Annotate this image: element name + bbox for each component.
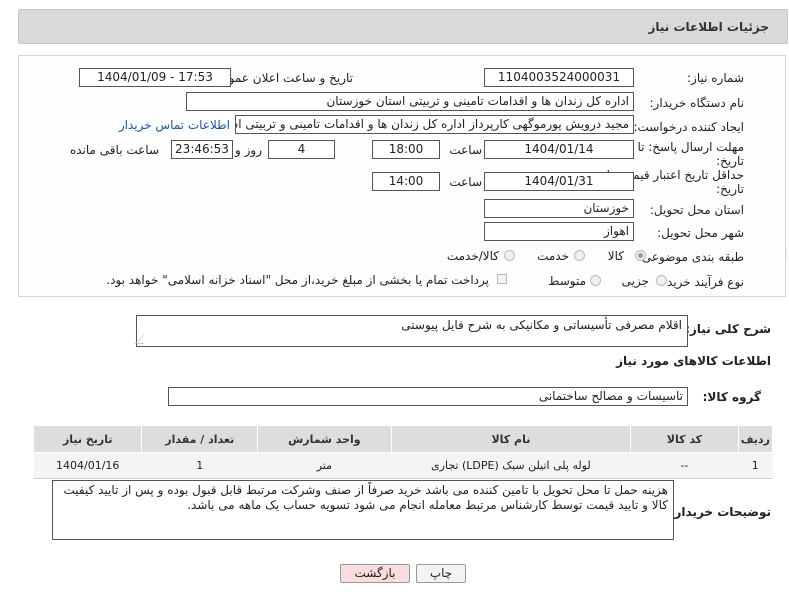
- buyer-notes-textarea[interactable]: هزینه حمل تا محل تحویل با تامین کننده می…: [52, 480, 674, 540]
- treasury-payment-checkbox[interactable]: [497, 274, 507, 284]
- time-remaining-label: ساعت باقی مانده: [69, 143, 159, 157]
- print-button[interactable]: چاپ: [416, 564, 466, 583]
- category-option-goods-service: کالا/خدمت: [446, 249, 499, 263]
- description-textarea[interactable]: اقلام مصرفی تأسیساتی و مکانیکی به شرح فا…: [134, 315, 688, 347]
- cell-item-code: --: [630, 452, 739, 479]
- description-label: شرح کلی نیاز:: [685, 322, 771, 336]
- cell-row-number: 1: [738, 452, 773, 479]
- col-header-item-code: کد کالا: [630, 425, 739, 453]
- cell-quantity: 1: [141, 452, 258, 479]
- goods-group-label: گروه کالا:: [702, 390, 761, 404]
- category-option-service: خدمت: [537, 249, 569, 263]
- category-radio-goods[interactable]: [635, 250, 646, 261]
- goods-group-field: تاسیسات و مصالح ساختمانی: [168, 387, 688, 406]
- city-field: اهواز: [484, 222, 634, 241]
- category-label: طبقه بندی موضوعی:: [637, 250, 744, 264]
- items-table: ردیف کد کالا نام کالا واحد شمارش تعداد /…: [32, 425, 774, 479]
- resize-handle-icon[interactable]: [134, 335, 153, 344]
- buyer-org-label: نام دستگاه خریدار:: [649, 96, 745, 110]
- validity-time-label: ساعت: [449, 175, 482, 189]
- price-validity-label-date: تاریخ:: [716, 182, 744, 196]
- validity-date-field: 1404/01/31: [484, 172, 634, 191]
- cell-item-name: لوله پلی اتیلن سبک (LDPE) تجاری: [391, 452, 631, 479]
- need-number-label: شماره نیاز:: [687, 71, 744, 85]
- goods-section-title: اطلاعات کالاهای مورد نیاز: [616, 354, 771, 368]
- province-field: خوزستان: [484, 199, 634, 218]
- announce-date-field: 1404/01/09 - 17:53: [79, 68, 231, 87]
- process-type-label: نوع فرآیند خرید :: [659, 275, 744, 289]
- category-option-goods: کالا: [607, 249, 624, 263]
- buyer-contact-link[interactable]: اطلاعات تماس خریدار: [119, 118, 230, 132]
- province-label: استان محل تحویل:: [649, 203, 744, 217]
- days-remaining-field: 4: [268, 140, 335, 159]
- col-header-unit: واحد شمارش: [257, 425, 392, 453]
- process-radio-minor[interactable]: [656, 275, 667, 286]
- buyer-org-field: اداره کل زندان ها و اقدامات تامینی و ترب…: [186, 92, 634, 111]
- process-radio-medium[interactable]: [590, 275, 601, 286]
- buyer-notes-label: توضیحات خریدار:: [669, 505, 771, 519]
- col-header-need-date: تاریخ نیاز: [32, 425, 143, 453]
- table-header-row: ردیف کد کالا نام کالا واحد شمارش تعداد /…: [32, 425, 774, 453]
- creator-label: ایجاد کننده درخواست:: [633, 120, 744, 134]
- creator-field: مجید درویش پورموگهی کارپرداز اداره کل زن…: [235, 115, 634, 134]
- deadline-date-field: 1404/01/14: [484, 140, 634, 159]
- page-header: جزئیات اطلاعات نیاز: [18, 9, 788, 44]
- cell-need-date: 1404/01/16: [33, 452, 142, 479]
- deadline-label: مهلت ارسال پاسخ: تا: [637, 140, 744, 154]
- validity-time-field: 14:00: [372, 172, 440, 191]
- description-text: اقلام مصرفی تأسیساتی و مکانیکی به شرح فا…: [401, 318, 682, 332]
- days-label: روز و: [235, 143, 262, 157]
- col-header-item-name: نام کالا: [390, 425, 632, 453]
- category-radio-service[interactable]: [574, 250, 585, 261]
- process-option-minor: جزیی: [621, 274, 649, 288]
- deadline-time-field: 18:00: [372, 140, 440, 159]
- need-number-field: 1104003524000031: [484, 68, 634, 87]
- deadline-time-label: ساعت: [449, 143, 482, 157]
- process-option-medium: متوسط: [548, 274, 586, 288]
- city-label: شهر محل تحویل:: [657, 226, 744, 240]
- category-radio-goods-service[interactable]: [504, 250, 515, 261]
- page-title: جزئیات اطلاعات نیاز: [648, 20, 769, 34]
- cell-unit: متر: [257, 452, 392, 479]
- col-header-quantity: تعداد / مقدار: [141, 425, 259, 453]
- buyer-notes-text: هزینه حمل تا محل تحویل با تامین کننده می…: [63, 483, 669, 512]
- back-button[interactable]: بازگشت: [340, 564, 410, 583]
- col-header-row-number: ردیف: [737, 425, 774, 453]
- treasury-payment-note: پرداخت تمام یا بخشی از مبلغ خرید،از محل …: [106, 273, 489, 287]
- deadline-label-date: تاریخ:: [716, 154, 744, 168]
- time-remaining-field: 23:46:53: [171, 140, 233, 159]
- table-row: 1 -- لوله پلی اتیلن سبک (LDPE) تجاری متر…: [33, 452, 773, 479]
